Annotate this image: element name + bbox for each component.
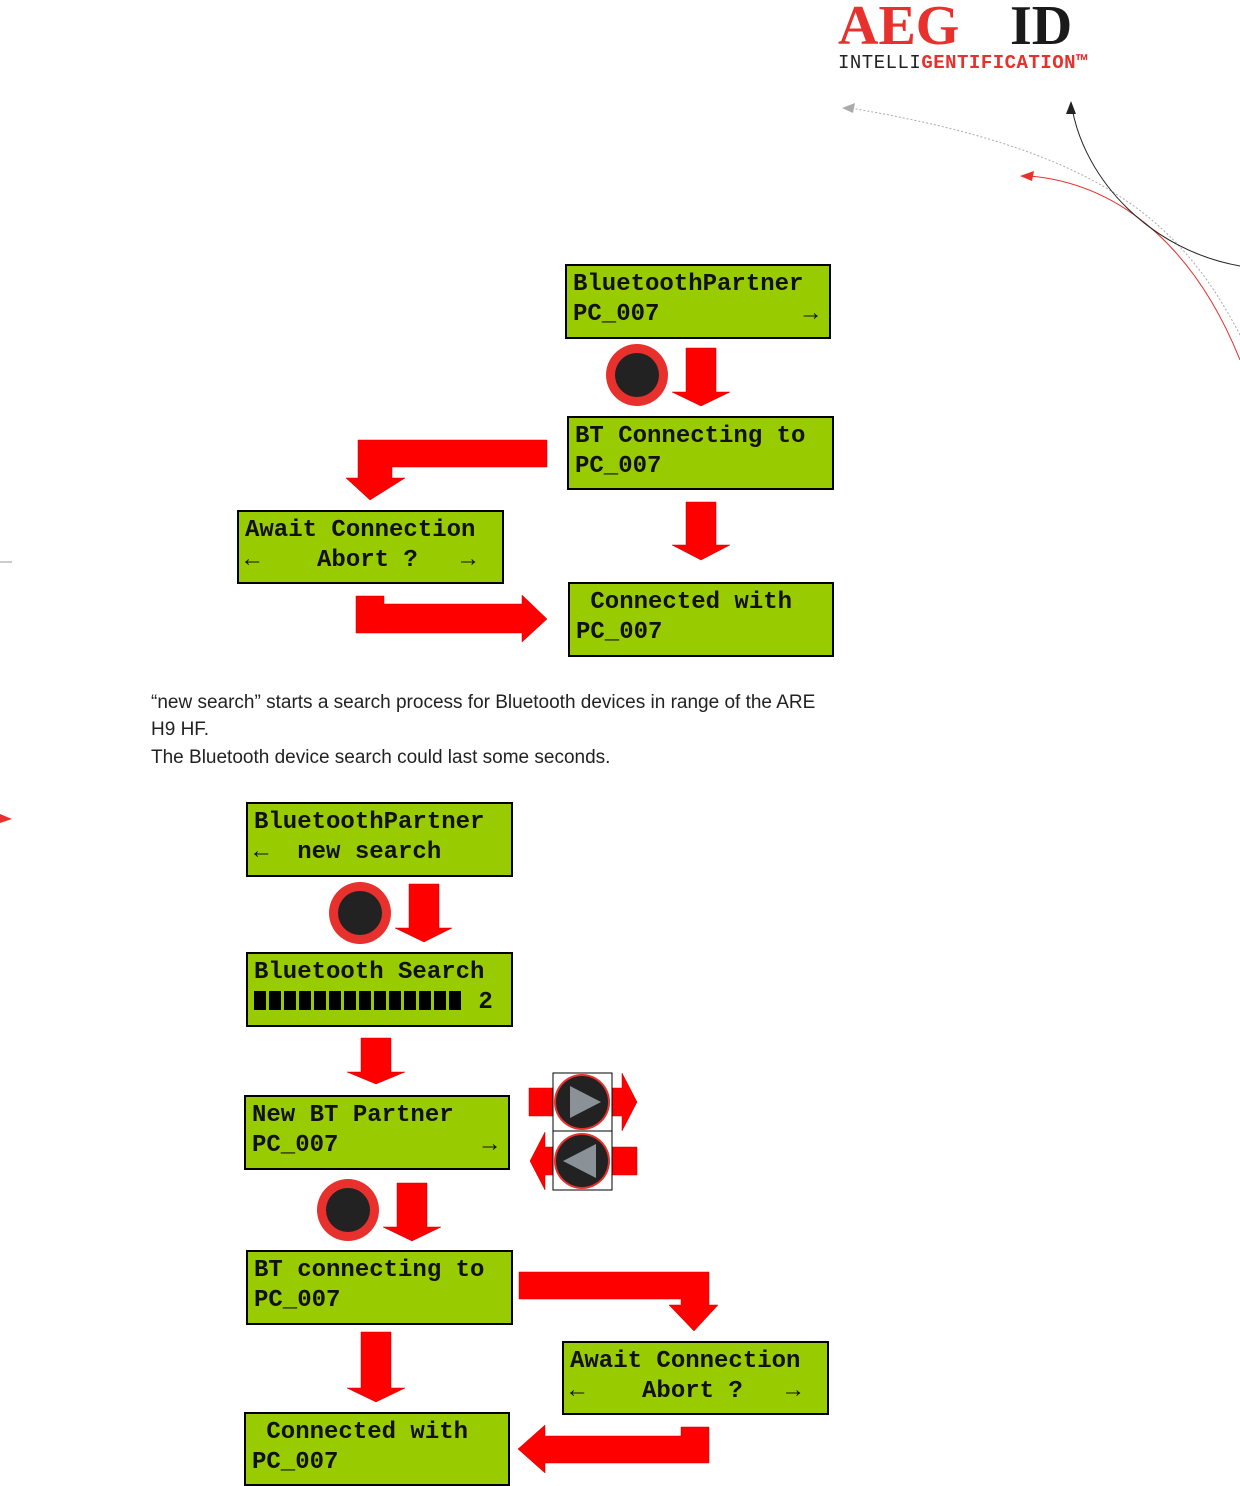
lcd-line: PC_007 → bbox=[252, 1132, 497, 1159]
left-arrow bbox=[611, 1146, 638, 1176]
down-arrow bbox=[394, 883, 453, 943]
select-button-icon bbox=[329, 882, 391, 944]
progress-block bbox=[344, 991, 356, 1010]
progress-block bbox=[314, 991, 326, 1010]
down-arrow bbox=[671, 347, 731, 407]
down-arrow bbox=[671, 501, 731, 561]
lcd-line: PC_007 bbox=[254, 1287, 341, 1314]
lcd-bt-connecting: BT connecting to PC_007 bbox=[246, 1250, 513, 1325]
progress-block bbox=[374, 991, 386, 1010]
right-arrow bbox=[611, 1072, 638, 1132]
progress-block bbox=[449, 991, 461, 1010]
lcd-line: BluetoothPartner bbox=[254, 809, 485, 836]
down-arrow bbox=[382, 1182, 442, 1242]
progress-block bbox=[389, 991, 401, 1010]
lcd-line: PC_007 bbox=[575, 453, 662, 480]
progress-block bbox=[284, 991, 296, 1010]
down-left-arrow bbox=[345, 439, 548, 501]
prev-button-icon bbox=[552, 1130, 613, 1191]
progress-block bbox=[299, 991, 311, 1010]
decor-arrowhead bbox=[842, 103, 855, 113]
lcd-line: ← new search bbox=[254, 839, 442, 866]
down-arrow bbox=[346, 1037, 406, 1085]
progress-block bbox=[329, 991, 341, 1010]
lcd-line: Connected with bbox=[576, 589, 793, 616]
lcd-connected-with: Connected with PC_007 bbox=[244, 1412, 510, 1486]
lcd-line: Await Connection bbox=[570, 1348, 801, 1375]
lcd-progress-line: 2 bbox=[254, 988, 505, 1018]
margin-mark bbox=[0, 814, 12, 823]
lcd-connected-with: Connected with PC_007 bbox=[568, 582, 834, 657]
progress-block bbox=[269, 991, 281, 1010]
lcd-line: Bluetooth Search bbox=[254, 959, 485, 986]
lcd-bluetooth-partner-new-search: BluetoothPartner ← new search bbox=[246, 802, 513, 877]
progress-block bbox=[434, 991, 446, 1010]
lcd-line: Connected with bbox=[252, 1419, 469, 1446]
lcd-line: Await Connection bbox=[245, 517, 476, 544]
down-arrow bbox=[346, 1331, 406, 1403]
select-button-icon bbox=[606, 344, 668, 406]
lcd-await-connection: Await Connection ← Abort ? → bbox=[562, 1341, 829, 1415]
decor-arrowhead bbox=[1066, 101, 1076, 114]
lcd-line: ← Abort ? → bbox=[245, 547, 476, 574]
paragraph-line: H9 HF. bbox=[151, 719, 210, 740]
lcd-line: PC_007 → bbox=[573, 301, 818, 328]
left-arrow bbox=[517, 1424, 710, 1474]
down-right-arrow bbox=[518, 1271, 719, 1332]
lcd-bluetooth-partner: BluetoothPartner PC_007 → bbox=[565, 264, 831, 339]
progress-block bbox=[254, 991, 266, 1010]
search-count: 2 bbox=[478, 989, 493, 1016]
decor-curve-red bbox=[1029, 175, 1240, 361]
lcd-await-connection: Await Connection ← Abort ? → bbox=[237, 510, 504, 584]
progress-block bbox=[359, 991, 371, 1010]
lcd-line: New BT Partner bbox=[252, 1102, 454, 1129]
decor-curve-gray bbox=[849, 107, 1240, 336]
lcd-line: PC_007 bbox=[576, 619, 663, 646]
paragraph-line: “new search” starts a search process for… bbox=[151, 692, 816, 713]
lcd-bluetooth-search: Bluetooth Search 2 bbox=[246, 952, 513, 1027]
lcd-line: BluetoothPartner bbox=[573, 271, 804, 298]
progress-block bbox=[404, 991, 416, 1010]
lcd-line: ← Abort ? → bbox=[570, 1378, 801, 1405]
next-button-icon bbox=[552, 1072, 613, 1132]
progress-bar bbox=[254, 989, 464, 1016]
decor-arrowhead bbox=[1020, 171, 1034, 181]
right-arrow bbox=[528, 1087, 556, 1117]
select-button-icon bbox=[317, 1179, 379, 1241]
left-arrow bbox=[529, 1131, 554, 1191]
right-arrow bbox=[355, 594, 548, 643]
paragraph-line: The Bluetooth device search could last s… bbox=[151, 747, 611, 768]
diagram-graphics bbox=[0, 101, 1240, 1474]
lcd-line: BT Connecting to bbox=[575, 423, 806, 450]
progress-block bbox=[419, 991, 431, 1010]
lcd-line: PC_007 bbox=[252, 1449, 339, 1476]
lcd-line: BT connecting to bbox=[254, 1257, 485, 1284]
lcd-bt-connecting: BT Connecting to PC_007 bbox=[567, 416, 834, 490]
decor-curve-black bbox=[1071, 107, 1240, 267]
lcd-new-bt-partner: New BT Partner PC_007 → bbox=[244, 1095, 510, 1170]
